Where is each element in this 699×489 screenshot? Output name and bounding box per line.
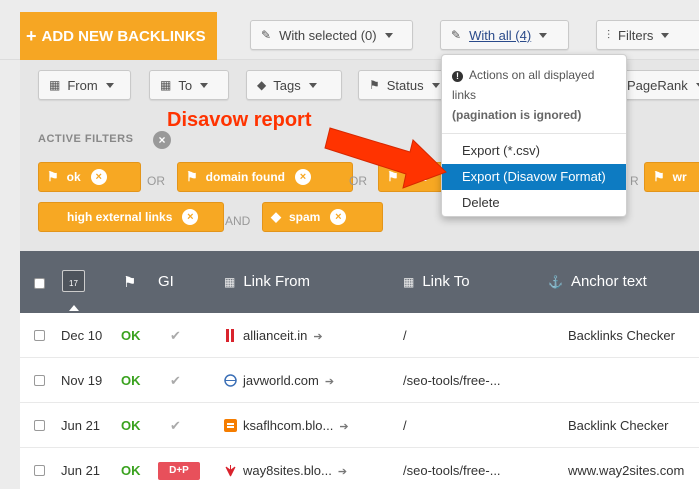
annotation-arrow (324, 127, 447, 189)
